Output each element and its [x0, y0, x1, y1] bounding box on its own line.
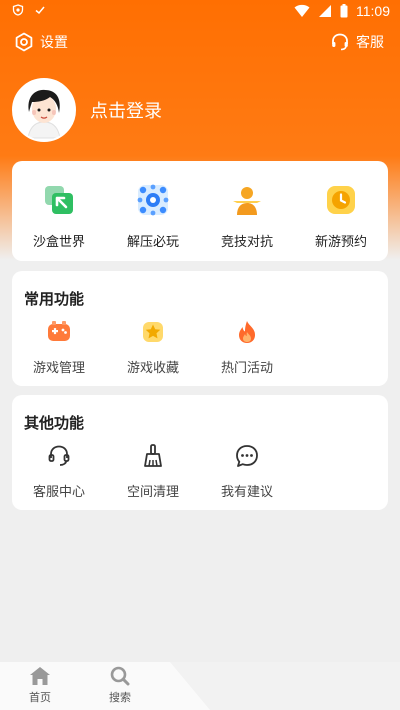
decompress-icon [137, 184, 169, 216]
profile-login[interactable]: 点击登录 [12, 78, 162, 142]
category-card: 沙盒世界 解压必玩 竞技对抗 新游预约 [12, 161, 388, 261]
category-label: 新游预约 [314, 235, 367, 250]
clock: 11:09 [356, 3, 390, 19]
wifi-icon [294, 4, 310, 17]
shield-status-icon [12, 4, 24, 16]
reservation-icon [327, 186, 355, 214]
bottom-navigation: 首页 搜索 [0, 662, 400, 710]
category-label: 竞技对抗 [220, 235, 273, 250]
item-label: 我有建议 [220, 485, 273, 500]
headset-icon [48, 445, 70, 466]
chat-icon [236, 445, 258, 467]
space-cleanup-item[interactable]: 空间清理 [113, 443, 193, 500]
headset-icon [332, 33, 348, 51]
gamepad-icon [48, 321, 70, 341]
nav-search-label: 搜索 [109, 691, 131, 704]
settings-button[interactable]: 设置 [14, 32, 68, 52]
search-icon [110, 666, 130, 686]
check-status-icon [35, 6, 45, 15]
suggestion-item[interactable]: 我有建议 [207, 443, 287, 500]
section-title: 常用功能 [24, 290, 85, 308]
other-functions-card: 其他功能 客服中心 空间清理 我有建议 [12, 395, 388, 510]
nav-home-label: 首页 [29, 691, 51, 704]
avatar-illustration [14, 80, 74, 140]
customer-center-item[interactable]: 客服中心 [19, 443, 99, 500]
sandbox-icon [45, 186, 73, 214]
login-prompt[interactable]: 点击登录 [90, 97, 162, 123]
section-title: 其他功能 [24, 414, 85, 432]
avatar[interactable] [12, 78, 76, 142]
category-reservation[interactable]: 新游预约 [301, 183, 381, 250]
category-sandbox[interactable]: 沙盒世界 [19, 183, 99, 250]
nav-home[interactable]: 首页 [20, 666, 60, 705]
common-functions-card: 常用功能 游戏管理 游戏收藏 热门活动 [12, 271, 388, 386]
star-icon [143, 322, 163, 342]
category-competitive[interactable]: 竞技对抗 [207, 183, 287, 250]
category-decompress[interactable]: 解压必玩 [113, 183, 193, 250]
home-icon [30, 667, 50, 685]
item-label: 游戏管理 [32, 361, 85, 376]
top-bar: 设置 客服 [0, 30, 400, 58]
item-label: 游戏收藏 [126, 361, 179, 376]
item-label: 空间清理 [126, 485, 179, 500]
battery-icon [340, 4, 348, 18]
game-favorites-item[interactable]: 游戏收藏 [113, 319, 193, 376]
hot-events-item[interactable]: 热门活动 [207, 319, 287, 376]
item-label: 热门活动 [220, 361, 273, 376]
game-management-item[interactable]: 游戏管理 [19, 319, 99, 376]
nav-search[interactable]: 搜索 [100, 666, 140, 705]
signal-icon [319, 5, 331, 17]
settings-label: 设置 [40, 35, 68, 51]
service-label: 客服 [356, 35, 384, 51]
gear-icon [15, 32, 33, 52]
status-bar: 11:09 [0, 0, 400, 24]
broom-icon [144, 444, 162, 467]
competitive-icon [233, 187, 261, 215]
fire-icon [239, 321, 255, 343]
category-label: 沙盒世界 [32, 235, 85, 250]
category-label: 解压必玩 [126, 235, 179, 250]
customer-service-button[interactable]: 客服 [330, 32, 384, 52]
item-label: 客服中心 [32, 485, 85, 500]
